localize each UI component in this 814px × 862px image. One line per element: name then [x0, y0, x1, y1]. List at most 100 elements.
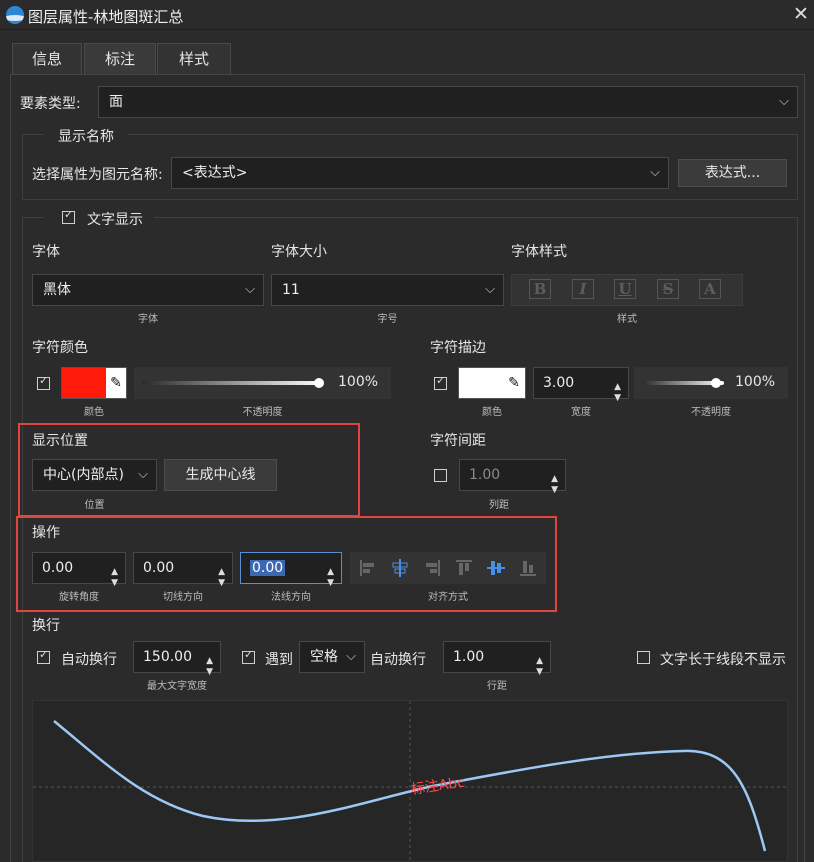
auto-wrap-label: 自动换行: [61, 652, 117, 668]
font-size-select[interactable]: 11 ⌵: [271, 274, 504, 306]
feature-type-value: 面: [109, 94, 123, 110]
align-top-icon[interactable]: [454, 558, 474, 578]
font-select[interactable]: 黑体 ⌵: [32, 274, 264, 306]
stroke-color-well[interactable]: ✎: [458, 367, 526, 399]
font-size-value: 11: [282, 282, 300, 298]
stroke-color-caption: 颜色: [482, 407, 502, 418]
generate-centerline-button[interactable]: 生成中心线: [164, 459, 277, 491]
hide-long-label: 文字长于线段不显示: [660, 652, 786, 668]
font-size-caption: 字号: [377, 314, 398, 325]
bold-icon[interactable]: B: [529, 279, 551, 299]
text-display-checkbox[interactable]: [62, 208, 75, 224]
wrap-on-select[interactable]: 空格 ⌵: [299, 641, 365, 673]
wrap-title: 换行: [32, 618, 60, 634]
font-style-caption: 样式: [617, 314, 637, 325]
preview-label-text: 标注Abc: [410, 775, 466, 798]
tab-label[interactable]: 标注: [84, 43, 156, 75]
max-width-value: 150.00: [143, 649, 192, 665]
outline-text-icon[interactable]: A: [699, 279, 721, 299]
spacing-spinbox[interactable]: 1.00 ▲ ▼: [459, 459, 566, 495]
rotation-spinbox[interactable]: 0.00 ▲ ▼: [32, 552, 126, 588]
title-bar: 图层属性-林地图斑汇总 ✕: [0, 0, 814, 30]
feature-type-label: 要素类型:: [20, 96, 81, 112]
spacing-checkbox[interactable]: [434, 469, 447, 482]
line-spacing-caption: 行距: [487, 681, 507, 692]
label-preview: 标注Abc: [32, 700, 789, 862]
hide-long-checkbox[interactable]: [637, 651, 650, 664]
tangent-spinbox[interactable]: 0.00 ▲ ▼: [133, 552, 233, 588]
spacing-caption: 列距: [489, 500, 509, 511]
tab-style[interactable]: 样式: [157, 43, 231, 74]
font-caption: 字体: [138, 314, 158, 325]
char-opacity-value: 100%: [338, 374, 379, 390]
char-opacity-slider[interactable]: 100%: [134, 367, 391, 399]
line-spacing-value: 1.00: [453, 649, 485, 665]
line-spacing-spinbox[interactable]: 1.00 ▲ ▼: [443, 641, 551, 677]
chevron-down-icon: ⌵: [138, 467, 148, 482]
max-width-caption: 最大文字宽度: [147, 681, 207, 692]
window-title: 图层属性-林地图斑汇总: [28, 8, 184, 26]
align-bottom-icon[interactable]: [518, 558, 538, 578]
align-toolbar: [350, 552, 546, 584]
chevron-down-icon: ⌵: [245, 282, 255, 297]
stroke-width-caption: 宽度: [571, 407, 591, 418]
stroke-color-swatch: [459, 368, 503, 398]
align-right-icon[interactable]: [422, 558, 442, 578]
max-width-spinbox[interactable]: 150.00 ▲ ▼: [133, 641, 221, 677]
normal-value: 0.00: [250, 560, 286, 576]
slider-handle[interactable]: [314, 378, 324, 388]
char-color-title: 字符颜色: [32, 340, 88, 356]
chevron-down-icon: ⌵: [346, 649, 356, 664]
rotation-caption: 旋转角度: [59, 592, 99, 603]
font-size-title: 字体大小: [271, 244, 327, 260]
rotation-value: 0.00: [42, 560, 74, 576]
chevron-down-icon: ⌵: [485, 282, 495, 297]
stroke-opacity-slider[interactable]: 100%: [634, 367, 788, 399]
slider-track: [142, 381, 322, 385]
tangent-value: 0.00: [143, 560, 175, 576]
align-left-icon[interactable]: [358, 558, 378, 578]
italic-icon[interactable]: I: [572, 279, 594, 299]
char-color-swatch: [62, 368, 106, 398]
eyedropper-icon[interactable]: ✎: [106, 368, 126, 398]
tangent-caption: 切线方向: [163, 592, 203, 603]
char-color-checkbox[interactable]: [37, 374, 50, 390]
spin-down-icon[interactable]: ▼: [551, 475, 558, 505]
underline-icon[interactable]: U: [614, 279, 636, 299]
text-display-title: 文字显示: [87, 212, 143, 228]
operation-title: 操作: [32, 525, 60, 541]
position-select[interactable]: 中心(内部点) ⌵: [32, 459, 157, 491]
stroke-width-value: 3.00: [543, 375, 575, 391]
expression-button[interactable]: 表达式...: [678, 159, 787, 187]
chevron-down-icon: ⌵: [650, 165, 660, 180]
wrap-on-checkbox[interactable]: [242, 648, 255, 664]
char-stroke-checkbox[interactable]: [434, 374, 447, 390]
normal-spinbox[interactable]: 0.00 ▲ ▼: [240, 552, 342, 588]
display-name-title: 显示名称: [44, 126, 128, 146]
tab-info[interactable]: 信息: [12, 43, 82, 74]
feature-type-select[interactable]: 面 ⌵: [98, 86, 798, 118]
spacing-title: 字符间距: [430, 433, 486, 449]
wrap-on-value: 空格: [310, 649, 338, 665]
select-attr-label: 选择属性为图元名称:: [32, 167, 163, 183]
app-logo-icon: [6, 6, 24, 24]
eyedropper-icon[interactable]: ✎: [503, 368, 525, 398]
name-attr-value: <表达式>: [182, 165, 248, 181]
position-title: 显示位置: [32, 433, 88, 449]
char-stroke-title: 字符描边: [430, 340, 486, 356]
align-vcenter-icon[interactable]: [486, 558, 506, 578]
position-value: 中心(内部点): [43, 467, 124, 483]
slider-handle[interactable]: [711, 378, 721, 388]
char-color-well[interactable]: ✎: [61, 367, 127, 399]
strikethrough-icon[interactable]: S: [657, 279, 679, 299]
font-style-title: 字体样式: [511, 244, 567, 260]
auto-wrap-checkbox[interactable]: [37, 648, 50, 664]
chevron-down-icon: ⌵: [779, 94, 789, 109]
align-hcenter-icon[interactable]: [390, 558, 410, 578]
char-color-caption: 颜色: [84, 407, 104, 418]
spacing-value: 1.00: [469, 467, 501, 483]
font-title: 字体: [32, 244, 60, 260]
close-icon[interactable]: ✕: [790, 2, 812, 26]
name-attr-select[interactable]: <表达式> ⌵: [171, 157, 669, 189]
stroke-width-spinbox[interactable]: 3.00 ▲ ▼: [533, 367, 629, 403]
